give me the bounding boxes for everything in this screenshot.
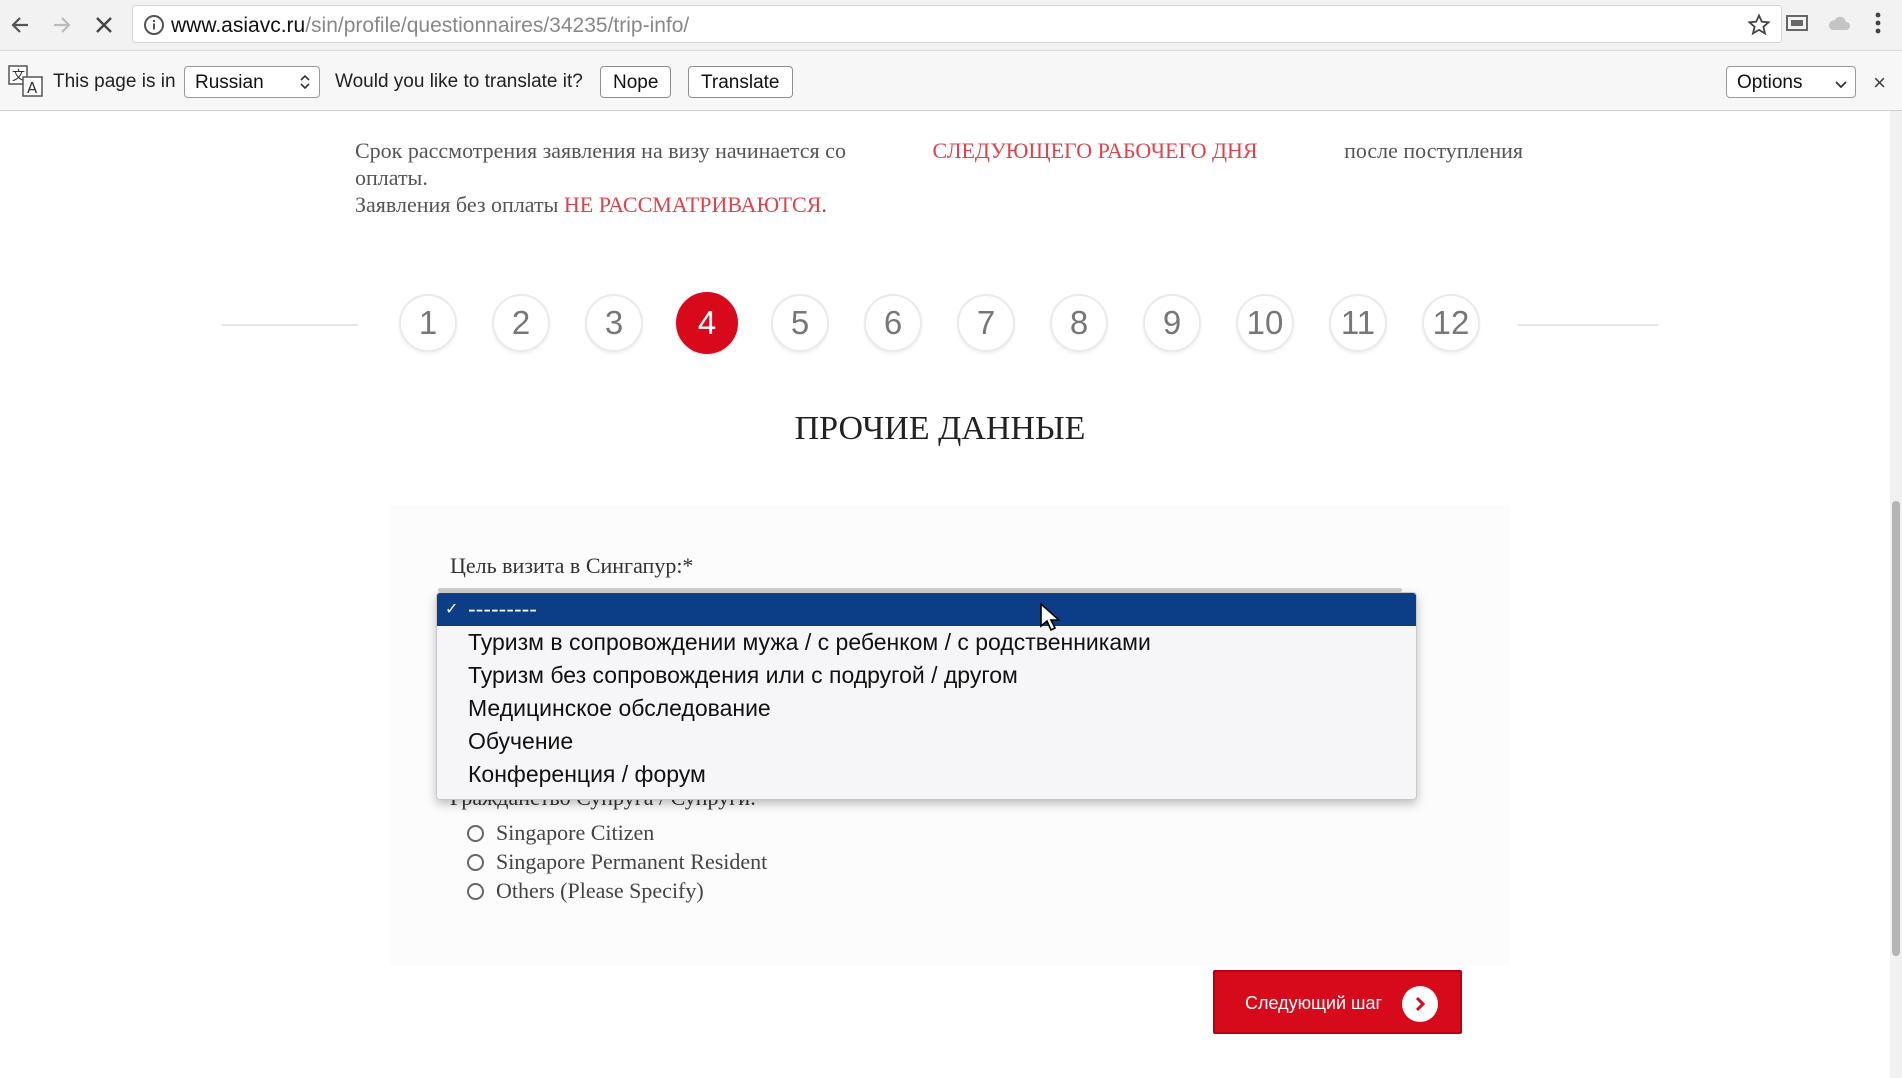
dropdown-option-tourism-accompanied[interactable]: Туризм в сопровождении мужа / с ребенком… (437, 626, 1416, 659)
page-language-label: This page is in (53, 71, 176, 92)
back-button[interactable] (4, 9, 36, 41)
chevron-right-icon (1402, 986, 1438, 1022)
notice-text: Заявления без оплаты (355, 192, 559, 217)
radio-label: Singapore Citizen (496, 820, 655, 845)
updown-chevron-icon (299, 72, 311, 98)
notice-line-2: оплаты. (355, 165, 428, 190)
options-select-label: Options (1737, 72, 1803, 93)
radio-label: Others (Please Specify) (496, 878, 704, 903)
step-8[interactable]: 8 (1050, 294, 1108, 352)
stop-loading-button[interactable] (88, 9, 120, 41)
radio-singapore-citizen[interactable]: Singapore Citizen (467, 820, 654, 846)
dropdown-option-tourism-unaccompanied[interactable]: Туризм без сопровождения или с подругой … (437, 659, 1416, 692)
dropdown-option-medical[interactable]: Медицинское обследование (437, 692, 1416, 725)
radio-circle-icon (467, 882, 484, 900)
browser-toolbar: www.asiavc.ru/sin/profile/questionnaires… (0, 0, 1902, 51)
step-12[interactable]: 12 (1422, 294, 1480, 352)
dropdown-option-study[interactable]: Обучение (437, 725, 1416, 758)
dropdown-option-empty[interactable]: ✓ --------- (437, 593, 1416, 626)
language-select-value: Russian (195, 72, 264, 93)
stepper-line-right (1518, 324, 1658, 326)
cloud-extension-icon[interactable] (1826, 10, 1852, 41)
translate-icon: 文A (8, 65, 44, 103)
step-10[interactable]: 10 (1236, 294, 1294, 352)
option-label: Обучение (468, 728, 574, 754)
step-2[interactable]: 2 (492, 294, 550, 352)
mouse-cursor-icon (1040, 602, 1062, 636)
translate-infobar: 文A This page is in Russian Would you lik… (0, 51, 1902, 111)
options-select[interactable]: Options (1726, 66, 1856, 98)
notice-highlight: НЕ РАССМАТРИВАЮТСЯ (563, 192, 822, 217)
url-path: /sin/profile/questionnaires/34235/trip-i… (305, 14, 690, 37)
site-info-icon[interactable] (143, 14, 165, 41)
forward-arrow-icon (54, 17, 71, 33)
language-select[interactable]: Russian (184, 66, 320, 98)
back-arrow-icon (11, 17, 28, 33)
stepper-line-left (222, 324, 358, 326)
menu-kebab-icon[interactable] (1868, 10, 1888, 41)
close-infobar-button[interactable]: × (1873, 70, 1886, 96)
radio-permanent-resident[interactable]: Singapore Permanent Resident (467, 849, 767, 875)
chevron-down-icon (1835, 75, 1847, 97)
translate-question: Would you like to translate it? (335, 71, 583, 92)
step-9[interactable]: 9 (1143, 294, 1201, 352)
check-icon: ✓ (445, 601, 459, 618)
address-bar[interactable]: www.asiavc.ru/sin/profile/questionnaires… (132, 5, 1782, 43)
radio-circle-icon (467, 853, 484, 871)
step-1[interactable]: 1 (399, 294, 457, 352)
url-text[interactable]: www.asiavc.ru/sin/profile/questionnaires… (171, 14, 689, 38)
purpose-dropdown-list: ✓ --------- Туризм в сопровождении мужа … (436, 592, 1417, 800)
step-6[interactable]: 6 (864, 294, 922, 352)
step-5[interactable]: 5 (771, 294, 829, 352)
radio-others[interactable]: Others (Please Specify) (467, 878, 704, 904)
next-step-button[interactable]: Следующий шаг (1213, 970, 1462, 1034)
notice-line-3: Заявления без оплаты НЕ РАССМАТРИВАЮТСЯ. (355, 191, 1523, 218)
radio-circle-icon (467, 824, 484, 842)
bookmark-star-icon[interactable] (1747, 13, 1771, 42)
notice-text: после поступления (1344, 138, 1523, 163)
purpose-label: Цель визита в Сингапур:* (450, 553, 694, 578)
url-host: www.asiavc.ru (171, 14, 306, 37)
option-label: Медицинское обследование (468, 695, 771, 721)
cast-icon[interactable] (1784, 10, 1810, 41)
close-x-icon (96, 17, 112, 33)
section-title: ПРОЧИЕ ДАННЫЕ (794, 410, 1086, 447)
payment-notice: Срок рассмотрения заявления на визу начи… (355, 137, 1523, 218)
scrollbar-thumb[interactable] (1892, 501, 1900, 956)
option-label: Туризм без сопровождения или с подругой … (468, 662, 1018, 688)
svg-text:A: A (27, 79, 38, 97)
page-scrollbar[interactable] (1890, 111, 1902, 1078)
radio-label: Singapore Permanent Resident (496, 849, 768, 874)
option-label: --------- (468, 596, 537, 622)
next-step-label: Следующий шаг (1245, 993, 1383, 1013)
step-3[interactable]: 3 (585, 294, 643, 352)
step-4[interactable]: 4 (676, 292, 738, 354)
translate-button[interactable]: Translate (688, 66, 793, 98)
notice-highlight: СЛЕДУЮЩЕГО РАБОЧЕГО ДНЯ (932, 138, 1258, 163)
dropdown-option-conference[interactable]: Конференция / форум (437, 758, 1416, 791)
nope-button[interactable]: Nope (600, 66, 672, 98)
step-7[interactable]: 7 (957, 294, 1015, 352)
option-label: Конференция / форум (468, 761, 706, 787)
notice-text: Срок рассмотрения заявления на визу начи… (355, 138, 846, 163)
notice-text: . (821, 192, 827, 217)
step-11[interactable]: 11 (1329, 294, 1387, 352)
notice-line-1: Срок рассмотрения заявления на визу начи… (355, 137, 1523, 164)
forward-button[interactable] (46, 9, 78, 41)
